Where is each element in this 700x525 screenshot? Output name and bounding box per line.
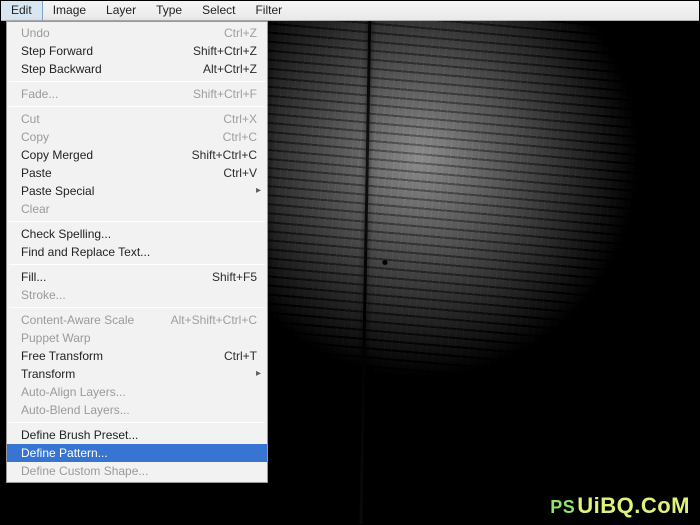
menu-item-shortcut: Shift+Ctrl+Z xyxy=(193,42,257,60)
menu-item-paste[interactable]: Paste Ctrl+V xyxy=(7,164,267,182)
watermark-text: UiBQ.CoM xyxy=(577,493,690,518)
menu-item-shortcut: Shift+Ctrl+F xyxy=(193,85,257,103)
menu-separator xyxy=(9,106,265,107)
menu-item-auto-blend-layers[interactable]: Auto-Blend Layers... xyxy=(7,401,267,419)
menu-item-label: Find and Replace Text... xyxy=(21,243,150,261)
menu-item-define-custom-shape[interactable]: Define Custom Shape... xyxy=(7,462,267,480)
menu-item-label: Puppet Warp xyxy=(21,329,91,347)
menu-item-paste-special[interactable]: Paste Special xyxy=(7,182,267,200)
menu-item-define-pattern[interactable]: Define Pattern... xyxy=(7,444,267,462)
menu-item-shortcut: Shift+Ctrl+C xyxy=(192,146,257,164)
menu-item-label: Paste Special xyxy=(21,182,94,200)
watermark-prefix: PS xyxy=(550,497,575,517)
menubar-item-image[interactable]: Image xyxy=(43,0,96,20)
menu-item-copy-merged[interactable]: Copy Merged Shift+Ctrl+C xyxy=(7,146,267,164)
menu-item-label: Auto-Blend Layers... xyxy=(21,401,130,419)
menubar-item-edit[interactable]: Edit xyxy=(0,0,43,20)
menu-item-shortcut: Shift+F5 xyxy=(212,268,257,286)
menu-item-shortcut: Alt+Ctrl+Z xyxy=(203,60,257,78)
menu-item-stroke[interactable]: Stroke... xyxy=(7,286,267,304)
menu-item-step-backward[interactable]: Step Backward Alt+Ctrl+Z xyxy=(7,60,267,78)
menu-item-label: Auto-Align Layers... xyxy=(21,383,126,401)
menu-item-puppet-warp[interactable]: Puppet Warp xyxy=(7,329,267,347)
menu-item-transform[interactable]: Transform xyxy=(7,365,267,383)
edit-menu-dropdown: UndoCtrl+ZStep ForwardShift+Ctrl+ZStep B… xyxy=(6,21,268,483)
menu-separator xyxy=(9,422,265,423)
menu-item-label: Undo xyxy=(21,24,50,42)
menu-item-shortcut: Ctrl+C xyxy=(223,128,257,146)
menu-item-copy[interactable]: Copy Ctrl+C xyxy=(7,128,267,146)
menu-item-label: Define Brush Preset... xyxy=(21,426,138,444)
menu-item-label: Fade... xyxy=(21,85,58,103)
menu-item-label: Paste xyxy=(21,164,52,182)
menu-item-shortcut: Ctrl+X xyxy=(223,110,257,128)
menu-item-label: Check Spelling... xyxy=(21,225,111,243)
menu-item-label: Define Pattern... xyxy=(21,444,108,462)
menu-item-check-spelling[interactable]: Check Spelling... xyxy=(7,225,267,243)
menu-item-free-transform[interactable]: Free Transform Ctrl+T xyxy=(7,347,267,365)
menu-item-step-forward[interactable]: Step Forward Shift+Ctrl+Z xyxy=(7,42,267,60)
menu-item-label: Transform xyxy=(21,365,75,383)
menu-separator xyxy=(9,264,265,265)
menu-item-label: Content-Aware Scale xyxy=(21,311,134,329)
menu-item-fill[interactable]: Fill... Shift+F5 xyxy=(7,268,267,286)
menu-item-label: Free Transform xyxy=(21,347,103,365)
menu-item-label: Copy Merged xyxy=(21,146,93,164)
menu-item-label: Clear xyxy=(21,200,50,218)
menu-item-label: Step Backward xyxy=(21,60,102,78)
watermark: PSUiBQ.CoM xyxy=(550,493,690,519)
menu-item-shortcut: Ctrl+V xyxy=(223,164,257,182)
menu-separator xyxy=(9,307,265,308)
menu-item-cut[interactable]: Cut Ctrl+X xyxy=(7,110,267,128)
menu-item-label: Copy xyxy=(21,128,49,146)
menu-item-clear[interactable]: Clear xyxy=(7,200,267,218)
menu-separator xyxy=(9,81,265,82)
menu-item-content-aware-scale[interactable]: Content-Aware Scale Alt+Shift+Ctrl+C xyxy=(7,311,267,329)
menu-item-label: Step Forward xyxy=(21,42,93,60)
menu-item-shortcut: Ctrl+Z xyxy=(224,24,257,42)
menu-item-undo[interactable]: Undo Ctrl+Z xyxy=(7,24,267,42)
menu-item-shortcut: Ctrl+T xyxy=(224,347,257,365)
menu-item-fade[interactable]: Fade... Shift+Ctrl+F xyxy=(7,85,267,103)
menu-item-auto-align-layers[interactable]: Auto-Align Layers... xyxy=(7,383,267,401)
menubar-item-select[interactable]: Select xyxy=(192,0,245,20)
menu-item-label: Define Custom Shape... xyxy=(21,462,148,480)
menu-item-label: Stroke... xyxy=(21,286,66,304)
menu-item-shortcut: Alt+Shift+Ctrl+C xyxy=(171,311,257,329)
menubar: EditImageLayerTypeSelectFilter xyxy=(0,0,700,21)
menu-item-find-and-replace-text[interactable]: Find and Replace Text... xyxy=(7,243,267,261)
menu-item-label: Fill... xyxy=(21,268,46,286)
menu-separator xyxy=(9,221,265,222)
menubar-item-filter[interactable]: Filter xyxy=(245,0,292,20)
menubar-item-type[interactable]: Type xyxy=(146,0,192,20)
menu-item-label: Cut xyxy=(21,110,40,128)
menu-item-define-brush-preset[interactable]: Define Brush Preset... xyxy=(7,426,267,444)
menubar-item-layer[interactable]: Layer xyxy=(96,0,146,20)
